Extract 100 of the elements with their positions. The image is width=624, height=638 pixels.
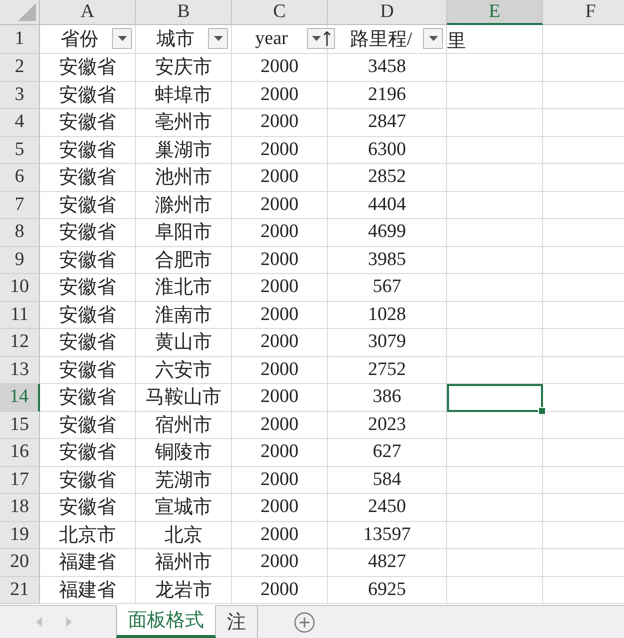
column-header[interactable]: D [328,0,447,25]
table-cell: 2196 [328,82,447,109]
table-cell: 芜湖市 [136,466,232,494]
table-cell: 2000 [232,439,328,466]
row-header[interactable]: 4 [0,109,40,136]
table-cell: 2000 [232,274,328,302]
filter-button[interactable] [208,28,228,49]
row-header[interactable]: 21 [0,576,40,604]
table-cell: 安徽省 [40,384,136,412]
row-header[interactable]: 17 [0,466,40,494]
row-header[interactable]: 10 [0,274,40,302]
filter-sort-button[interactable] [307,28,335,49]
table-cell: 巢湖市 [136,136,232,164]
table-cell: 宣城市 [136,494,232,522]
row-header[interactable]: 20 [0,549,40,576]
table-cell: 安徽省 [40,466,136,494]
table-cell: 淮北市 [136,274,232,302]
table-cell: 3985 [328,246,447,274]
row-header[interactable]: 5 [0,136,40,164]
fill-handle[interactable] [538,406,546,414]
sort-ascending-icon [322,30,330,46]
table-cell: 2000 [232,522,328,549]
filter-button[interactable] [423,28,443,49]
table-cell: 2450 [328,494,447,522]
table-cell: 2847 [328,109,447,136]
right-triangle-icon [66,617,72,627]
table-cell: 2023 [328,412,447,439]
left-triangle-icon [36,617,42,627]
table-cell: 2000 [232,329,328,356]
table-cell: 阜阳市 [136,219,232,246]
row-header[interactable]: 11 [0,302,40,329]
table-cell: 安徽省 [40,412,136,439]
table-cell: 2852 [328,164,447,192]
dropdown-caret-icon [428,36,438,41]
column-header[interactable]: F [543,0,624,25]
table-cell: 2000 [232,466,328,494]
row-header[interactable]: 12 [0,329,40,356]
table-cell: 2000 [232,109,328,136]
row-header[interactable]: 8 [0,219,40,246]
sheet-tab[interactable]: 面板格式 [116,605,216,638]
table-cell: 2000 [232,549,328,576]
table-cell: 2000 [232,164,328,192]
table-cell: 3079 [328,329,447,356]
table-cell: 2000 [232,494,328,522]
header-text: 省份 [60,28,98,52]
table-cell: 铜陵市 [136,439,232,466]
table-cell: 北京 [136,522,232,549]
table-cell: 2000 [232,136,328,164]
table-cell: 黄山市 [136,329,232,356]
table-cell: 2000 [232,356,328,384]
column-header[interactable]: B [136,0,232,25]
table-cell: 龙岩市 [136,576,232,604]
row-header[interactable]: 9 [0,246,40,274]
table-cell: 3458 [328,54,447,82]
sheet-tab[interactable]: 注 [216,605,258,638]
dropdown-caret-icon [214,36,222,41]
table-cell: 6925 [328,576,447,604]
row-header[interactable]: 13 [0,356,40,384]
filter-button[interactable] [112,28,132,49]
table-cell: 2000 [232,412,328,439]
table-cell: 安徽省 [40,164,136,192]
plus-circle-icon [294,612,315,632]
table-cell: 386 [328,384,447,412]
table-cell: 2752 [328,356,447,384]
table-cell: 2000 [232,192,328,219]
table-cell: 安徽省 [40,82,136,109]
header-text: 城市 [156,28,194,52]
table-cell: 合肥市 [136,246,232,274]
row-header[interactable]: 7 [0,192,40,219]
row-header[interactable]: 18 [0,494,40,522]
table-cell: 584 [328,466,447,494]
row-header[interactable]: 1 [0,25,40,54]
column-header[interactable]: E [447,0,543,25]
table-cell: 2000 [232,219,328,246]
row-header[interactable]: 6 [0,164,40,192]
table-cell: 2000 [232,576,328,604]
table-cell: 安徽省 [40,302,136,329]
table-cell: 蚌埠市 [136,82,232,109]
table-cell: 2000 [232,302,328,329]
row-header[interactable]: 16 [0,439,40,466]
table-cell: 安徽省 [40,136,136,164]
row-header[interactable]: 19 [0,522,40,549]
table-cell: 北京市 [40,522,136,549]
table-cell: 六安市 [136,356,232,384]
row-header[interactable]: 15 [0,412,40,439]
table-cell: 福建省 [40,549,136,576]
table-cell: 滁州市 [136,192,232,219]
dropdown-caret-icon [118,36,126,41]
table-cell: 淮南市 [136,302,232,329]
row-header[interactable]: 2 [0,54,40,82]
column-header[interactable]: A [40,0,136,25]
row-header[interactable]: 3 [0,82,40,109]
table-cell: 13597 [328,522,447,549]
header-text: 路里程/ [350,28,412,52]
column-header[interactable]: C [232,0,328,25]
row-header[interactable]: 14 [0,384,40,412]
table-cell: 安徽省 [40,356,136,384]
table-cell: 安徽省 [40,494,136,522]
table-cell: 6300 [328,136,447,164]
table-cell: 2000 [232,54,328,82]
